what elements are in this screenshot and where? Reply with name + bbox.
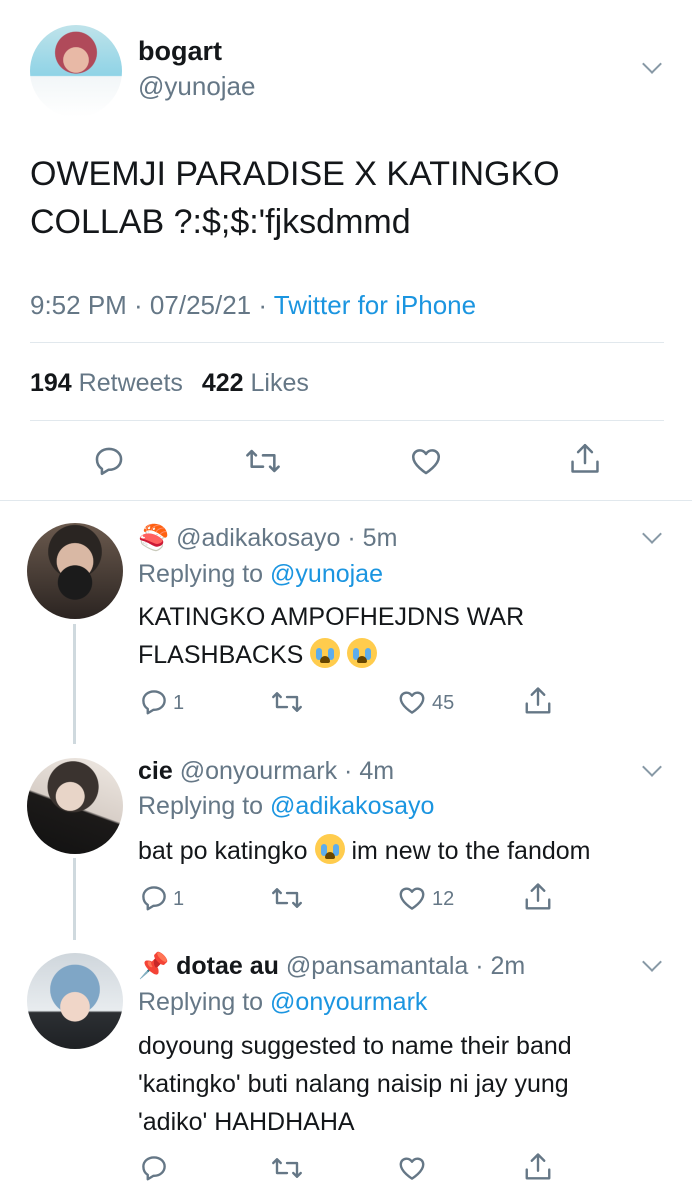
replying-to-link[interactable]: @yunojae	[270, 560, 383, 588]
heart-icon[interactable]	[409, 444, 443, 478]
thread-line	[73, 624, 76, 744]
reply-avatar[interactable]	[27, 953, 123, 1049]
divider	[30, 420, 664, 421]
tweet-timestamp: 9:52 PM · 07/25/21 ·	[30, 290, 274, 320]
reply-header: cie @onyourmark · 4m	[138, 757, 394, 786]
retweets-label[interactable]: Retweets	[79, 369, 183, 397]
retweet-icon[interactable]	[270, 687, 304, 717]
like-count[interactable]: 422	[202, 369, 244, 397]
replying-label: Replying to	[138, 792, 264, 820]
like-count: 45	[432, 692, 455, 714]
retweet-icon[interactable]	[270, 1153, 304, 1183]
retweet-icon[interactable]	[244, 444, 282, 478]
tweet-text: OWEMJI PARADISE X KATINGKO COLLAB ?:$;$:…	[30, 150, 630, 246]
reply-text-line: 'katingko' buti nalang naisip ni jay yun…	[138, 1070, 569, 1098]
reply-text-line: KATINGKO AMPOFHEJDNS WAR	[138, 603, 525, 631]
chevron-down-icon[interactable]	[642, 952, 662, 972]
reply-time: · 5m	[347, 524, 398, 552]
reply-text-line: FLASHBACKS	[138, 641, 304, 669]
share-icon[interactable]	[523, 1150, 553, 1184]
tweet-source-link[interactable]: Twitter for iPhone	[274, 290, 476, 320]
reply-text: bat po katingko im new to the fandom	[138, 832, 678, 870]
tweet-text-line: COLLAB ?:$;$:'fjksdmmd	[30, 203, 411, 241]
reply-time: · 2m	[475, 952, 526, 980]
sushi-emoji: 🍣	[138, 524, 170, 552]
reply-display-name[interactable]: dotae au	[176, 952, 279, 980]
heart-icon[interactable]	[397, 1153, 427, 1183]
replying-to: Replying to @yunojae	[138, 560, 383, 589]
likes-label[interactable]: Likes	[251, 369, 309, 397]
reply-icon[interactable]	[139, 687, 169, 717]
replying-to-link[interactable]: @adikakosayo	[270, 792, 434, 820]
replying-to: Replying to @onyourmark	[138, 988, 427, 1017]
pushpin-emoji: 📌	[138, 952, 170, 980]
reply-icon[interactable]	[139, 1153, 169, 1183]
share-icon[interactable]	[523, 684, 553, 718]
reply-handle[interactable]: @onyourmark	[180, 757, 337, 785]
reply-text: doyoung suggested to name their band 'ka…	[138, 1027, 678, 1141]
author-handle[interactable]: @yunojae	[138, 71, 255, 102]
replying-label: Replying to	[138, 988, 264, 1016]
author-avatar[interactable]	[30, 25, 122, 117]
replying-label: Replying to	[138, 560, 264, 588]
reply-handle[interactable]: @adikakosayo	[176, 524, 340, 552]
reply-text: KATINGKO AMPOFHEJDNS WAR FLASHBACKS	[138, 598, 678, 674]
reply-time: · 4m	[344, 757, 395, 785]
reply-text-part: im new to the fandom	[351, 837, 591, 865]
reply-avatar[interactable]	[27, 758, 123, 854]
reply-text-line: 'adiko' HAHDHAHA	[138, 1108, 355, 1136]
share-icon[interactable]	[568, 441, 602, 477]
reply-display-name[interactable]: cie	[138, 757, 173, 785]
reply-header: 📌 dotae au @pansamantala · 2m	[138, 952, 525, 981]
reply-handle[interactable]: @pansamantala	[286, 952, 468, 980]
crying-emoji	[314, 834, 345, 864]
crying-emoji	[310, 638, 341, 668]
tweet-stats: 194 Retweets 422 Likes	[30, 369, 309, 398]
retweet-count[interactable]: 194	[30, 369, 72, 397]
thread-line	[73, 858, 76, 940]
tweet-meta: 9:52 PM · 07/25/21 · Twitter for iPhone	[30, 290, 476, 321]
chevron-down-icon[interactable]	[642, 524, 662, 544]
share-icon[interactable]	[523, 880, 553, 914]
reply-header: 🍣 @adikakosayo · 5m	[138, 524, 397, 553]
replying-to-link[interactable]: @onyourmark	[270, 988, 427, 1016]
reply-avatar[interactable]	[27, 523, 123, 619]
like-count: 12	[432, 888, 455, 910]
divider	[30, 342, 664, 343]
retweet-icon[interactable]	[270, 883, 304, 913]
reply-count: 1	[173, 888, 185, 910]
reply-icon[interactable]	[92, 444, 126, 478]
tweet-text-line: OWEMJI PARADISE X KATINGKO	[30, 155, 560, 193]
chevron-down-icon[interactable]	[642, 757, 662, 777]
divider	[0, 500, 692, 501]
heart-icon[interactable]	[397, 687, 427, 717]
chevron-down-icon[interactable]	[642, 54, 662, 74]
reply-text-line: doyoung suggested to name their band	[138, 1032, 572, 1060]
replying-to: Replying to @adikakosayo	[138, 792, 434, 821]
reply-icon[interactable]	[139, 883, 169, 913]
author-display-name[interactable]: bogart	[138, 36, 222, 67]
heart-icon[interactable]	[397, 883, 427, 913]
crying-emoji	[347, 638, 378, 668]
reply-text-part: bat po katingko	[138, 837, 308, 865]
reply-count: 1	[173, 692, 185, 714]
